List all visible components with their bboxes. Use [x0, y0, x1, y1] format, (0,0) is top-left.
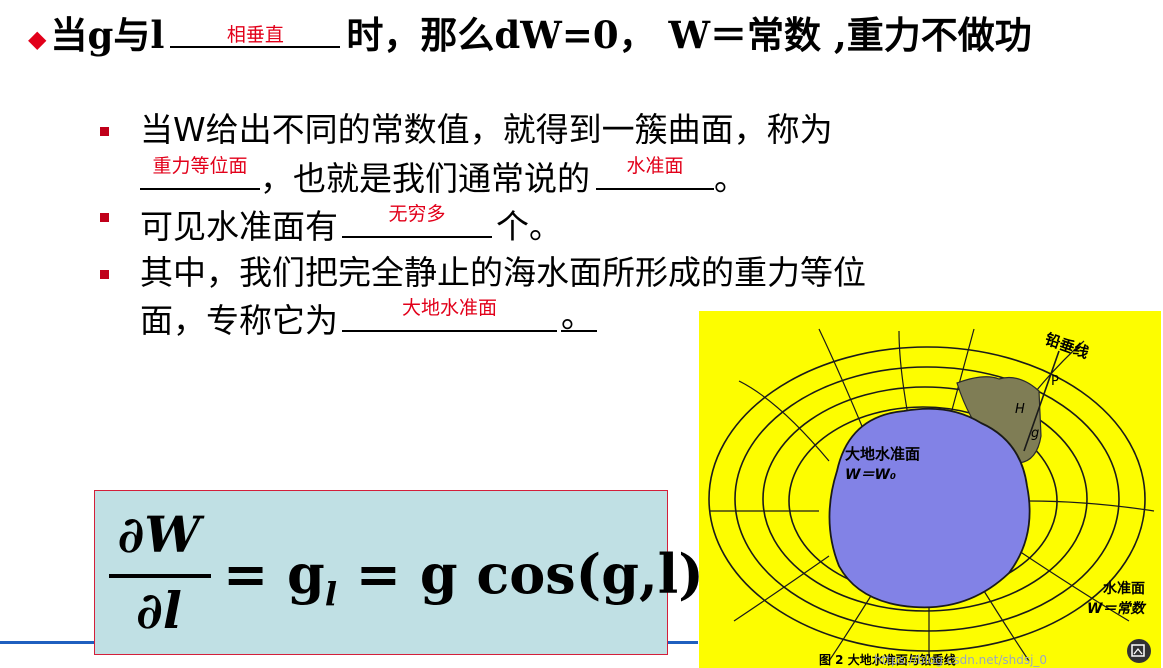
- bullet-3-blank-answer: 大地水准面: [401, 297, 497, 319]
- label-level-eq: W＝常数: [1087, 600, 1146, 617]
- label-h: H: [1015, 402, 1025, 417]
- formula-rhs-2: = g cos(g,l): [336, 542, 704, 606]
- bullet-square-icon: [100, 127, 109, 136]
- formula-subscript: l: [324, 574, 337, 613]
- bullet-1-mid-text: ，也就是我们通常说的: [260, 159, 590, 198]
- geoid-surface: [828, 407, 1031, 609]
- formula-denominator: ∂l: [136, 581, 182, 640]
- bullet-3-end-underline: 。: [561, 290, 597, 335]
- headline-rest: 时，那么dW=0， W＝常数 ,重力不做功: [346, 13, 1032, 57]
- headline: ◆ 当g与l 相垂直 时，那么dW=0， W＝常数 ,重力不做功: [28, 6, 1032, 57]
- footer-line: [668, 641, 698, 644]
- formula-fraction-bar: [109, 574, 211, 578]
- label-level: 水准面: [1103, 580, 1145, 597]
- bullet-2: 可见水准面有 无穷多 个。: [140, 196, 562, 247]
- formula-numerator: ∂W: [117, 505, 201, 564]
- bullet-1-blank-2: 水准面: [596, 148, 714, 190]
- label-g: g: [1031, 426, 1039, 441]
- formula-box: ∂W ∂l = gl = g cos(g,l): [94, 490, 704, 655]
- bullet-3-line-1: 其中，我们把完全静止的海水面所形成的重力等位: [140, 253, 866, 292]
- bullet-2-blank-answer: 无穷多: [388, 203, 446, 225]
- headline-blank: 相垂直: [170, 6, 341, 48]
- label-geoid: 大地水准面: [845, 445, 920, 463]
- bullet-1-line-2: 重力等位面 ，也就是我们通常说的 水准面 。: [140, 148, 747, 199]
- geoid-figure: 铅垂线 P H g 大地水准面 W＝W₀ 水准面 W＝常数 图 2 大地水准面与…: [699, 311, 1161, 668]
- watermark: https://blog.csdn.net/shdsj_0: [874, 653, 1047, 667]
- formula-rhs: = gl = g cos(g,l): [223, 539, 704, 629]
- footer-line: [0, 641, 94, 644]
- bullet-1-end: 。: [714, 159, 747, 198]
- label-geoid-eq: W＝W₀: [845, 467, 896, 483]
- bullet-1-blank-1-answer: 重力等位面: [152, 155, 248, 177]
- bullet-3-end: 。: [561, 296, 594, 335]
- bullet-2-blank: 无穷多: [342, 196, 492, 238]
- headline-lead: 当g与l: [50, 13, 165, 57]
- bullet-1-line-1: 当W给出不同的常数值，就得到一簇曲面，称为: [140, 110, 833, 149]
- bullet-2-lead: 可见水准面有: [140, 207, 338, 246]
- bullet-3-line-2: 面，专称它为 大地水准面 。: [140, 290, 597, 341]
- diamond-bullet-icon: ◆: [28, 23, 47, 53]
- bullet-2-end: 个。: [496, 207, 562, 246]
- image-tool-icon[interactable]: [1127, 639, 1151, 663]
- bullet-square-icon: [100, 270, 109, 279]
- label-p: P: [1051, 374, 1059, 389]
- bullet-1-blank-2-answer: 水准面: [626, 155, 684, 177]
- bullet-3-lead: 面，专称它为: [140, 301, 338, 340]
- bullet-square-icon: [100, 213, 109, 222]
- headline-blank-answer: 相垂直: [226, 24, 284, 46]
- bullet-3-blank: 大地水准面: [342, 290, 557, 332]
- bullet-1-blank-1: 重力等位面: [140, 148, 260, 190]
- formula-rhs-1: = g: [223, 542, 325, 606]
